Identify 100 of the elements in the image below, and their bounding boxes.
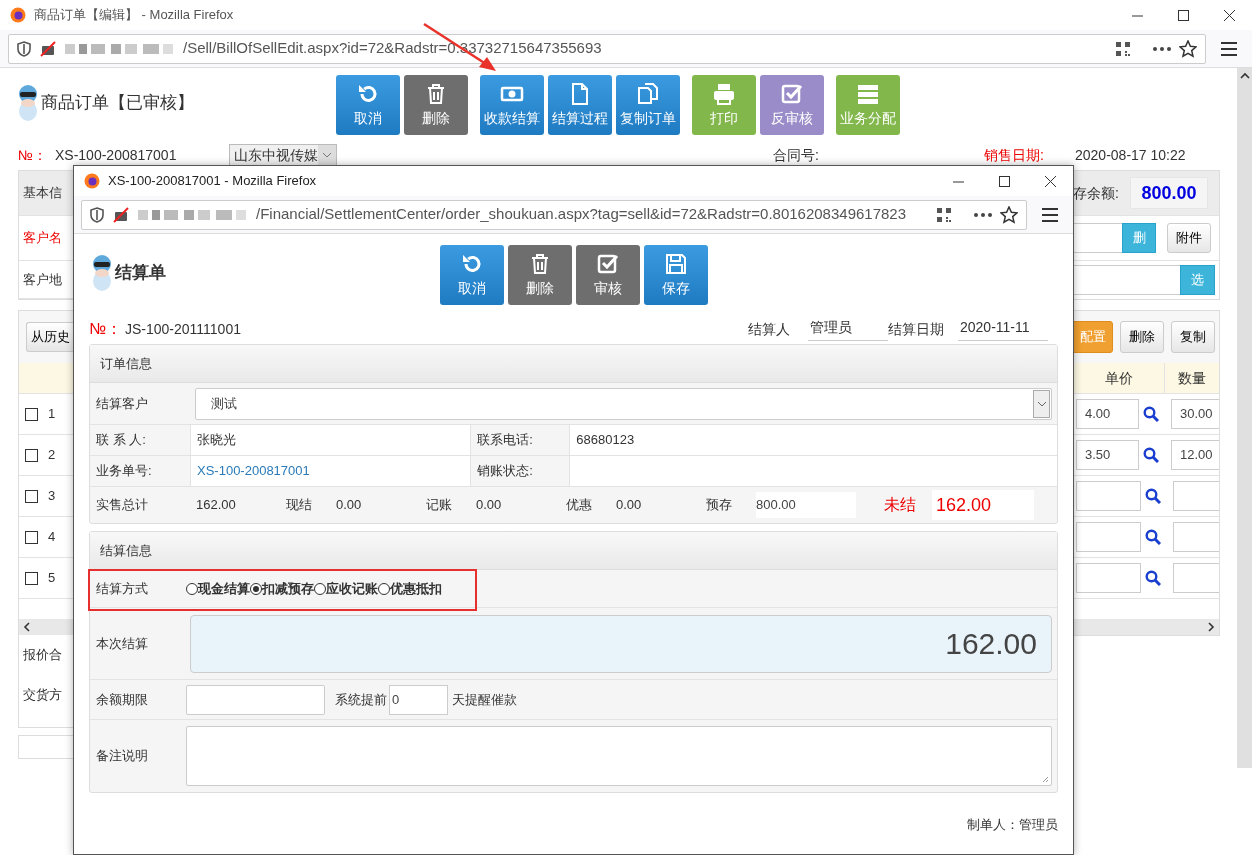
close-icon[interactable] (1223, 9, 1235, 21)
window-title: XS-100-200817001 - Mozilla Firefox (108, 172, 317, 191)
field-label: 联 系 人: (95, 431, 147, 450)
toolbar-button[interactable]: 审核 (576, 245, 640, 305)
date-label: 销售日期: (984, 145, 1045, 165)
field-label: 预存 (706, 496, 733, 515)
toolbar-button[interactable]: 保存 (644, 245, 708, 305)
qr-code-icon[interactable] (936, 206, 953, 223)
search-icon (1143, 406, 1159, 422)
qr-code-icon[interactable] (1115, 40, 1132, 57)
toolbar-button[interactable]: 取消 (336, 75, 400, 135)
caret-icon (322, 152, 332, 158)
row-number: 5 (47, 569, 56, 588)
more-icon[interactable] (974, 212, 993, 217)
quantity-field[interactable] (1172, 481, 1219, 511)
quantity-field[interactable] (1172, 522, 1219, 552)
star-icon[interactable] (1179, 39, 1198, 58)
checkbox[interactable] (24, 530, 38, 544)
menu-icon[interactable] (1221, 41, 1238, 56)
company-select[interactable]: 山东中视传媒 (229, 144, 337, 166)
date-limit-field[interactable] (186, 684, 325, 715)
maximize-icon[interactable] (998, 175, 1010, 187)
maximize-icon[interactable] (1177, 9, 1189, 21)
balance-value: 800.00 (1130, 177, 1208, 209)
field-value: 162.00 (196, 496, 237, 515)
search-icon (1144, 570, 1161, 586)
browser-icon (10, 7, 26, 23)
more-icon[interactable] (1153, 46, 1172, 51)
field-label: 优惠 (566, 496, 593, 515)
menu-icon[interactable] (1042, 207, 1059, 222)
column-header: 数量 (1178, 368, 1207, 388)
toolbar-button[interactable]: 结算过程 (548, 75, 612, 135)
radio-button[interactable] (250, 582, 262, 595)
field-label: 本次结算 (95, 634, 149, 653)
customer-select[interactable]: 测试 (195, 387, 1052, 420)
checkbox[interactable] (24, 571, 38, 585)
scrollbar[interactable] (1237, 68, 1252, 768)
row-number: 1 (47, 405, 56, 424)
price-field[interactable] (1076, 563, 1141, 593)
text-field[interactable] (1073, 223, 1122, 253)
shield-icon (17, 40, 31, 57)
address-bar[interactable]: /Financial/SettlementCenter/order_shoukuan.aspx?tag=sell&id=72&Radstr=0.8016208349617823 (81, 199, 1028, 230)
toolbar-button[interactable]: 反审核 (760, 75, 824, 135)
toolbar-button[interactable]: 删除 (404, 75, 468, 135)
settler-field: 管理员 (808, 317, 888, 341)
printer-icon (712, 81, 736, 106)
scroll-right-icon (1208, 622, 1215, 632)
price-field[interactable] (1076, 522, 1141, 552)
field-label: 客户地 (22, 270, 62, 289)
radio-button[interactable] (314, 582, 326, 595)
resize-grip-icon (1042, 776, 1049, 783)
page-title: 结算单 (115, 262, 166, 285)
toolbar-button[interactable]: 删除 (1120, 321, 1164, 353)
field-label: 联系电话: (476, 431, 534, 450)
field-label: 销账状态: (476, 462, 534, 481)
blocked-icon (39, 40, 57, 57)
field-value: 0.00 (476, 496, 503, 515)
close-icon[interactable] (1044, 175, 1056, 187)
field-label: 结算方式 (95, 579, 149, 598)
price-field[interactable]: 4.00 (1076, 399, 1139, 429)
number-label: №： (89, 319, 124, 339)
attach-button[interactable]: 附件 (1167, 223, 1211, 253)
field-label: 天提醒催款 (452, 690, 517, 709)
field-label: 报价合 (22, 646, 62, 665)
toolbar-button[interactable]: 收款结算 (480, 75, 544, 135)
history-button[interactable]: 从历史 (26, 322, 73, 352)
deposit-field[interactable]: 800.00 (756, 492, 856, 518)
checkbox[interactable] (24, 407, 38, 421)
copy-icon (636, 81, 660, 106)
note-field[interactable] (186, 726, 1052, 786)
browser-icon (84, 173, 100, 189)
checkbox[interactable] (24, 448, 38, 462)
amount-field[interactable]: 162.00 (190, 614, 1052, 673)
field-label: 余额期限 (95, 690, 149, 709)
text-field[interactable] (1073, 265, 1180, 295)
radio-button[interactable] (378, 582, 390, 595)
field-label: 交货方 (22, 686, 62, 705)
field-label: 客户名 (22, 229, 62, 248)
checkbox[interactable] (24, 489, 38, 503)
quantity-field[interactable] (1172, 563, 1219, 593)
toolbar-button[interactable]: 复制订单 (616, 75, 680, 135)
quantity-field[interactable]: 30.00 (1171, 399, 1219, 429)
field-value: 68680123 (576, 431, 635, 450)
quantity-field[interactable]: 12.00 (1171, 440, 1219, 470)
toolbar-button[interactable]: 复制 (1171, 321, 1215, 353)
date-value: 2020-08-17 10:22 (1075, 145, 1186, 165)
toolbar-button[interactable]: 删除 (508, 245, 572, 305)
field-label: 结算人 (748, 319, 791, 339)
star-icon[interactable] (1000, 205, 1019, 224)
radio-label: 现金结算 (198, 579, 250, 598)
radio-button[interactable] (186, 582, 198, 595)
field-label: 结算客户 (95, 394, 149, 413)
price-field[interactable]: 3.50 (1076, 440, 1139, 470)
window-title: 商品订单【编辑】 - Mozilla Firefox (34, 6, 234, 25)
days-field[interactable]: 0 (389, 684, 448, 715)
price-field[interactable] (1076, 481, 1141, 511)
radio-label: 应收记账 (326, 579, 378, 598)
blocked-icon (112, 206, 130, 223)
toolbar-button[interactable]: 取消 (440, 245, 504, 305)
field-value: 0.00 (616, 496, 643, 515)
